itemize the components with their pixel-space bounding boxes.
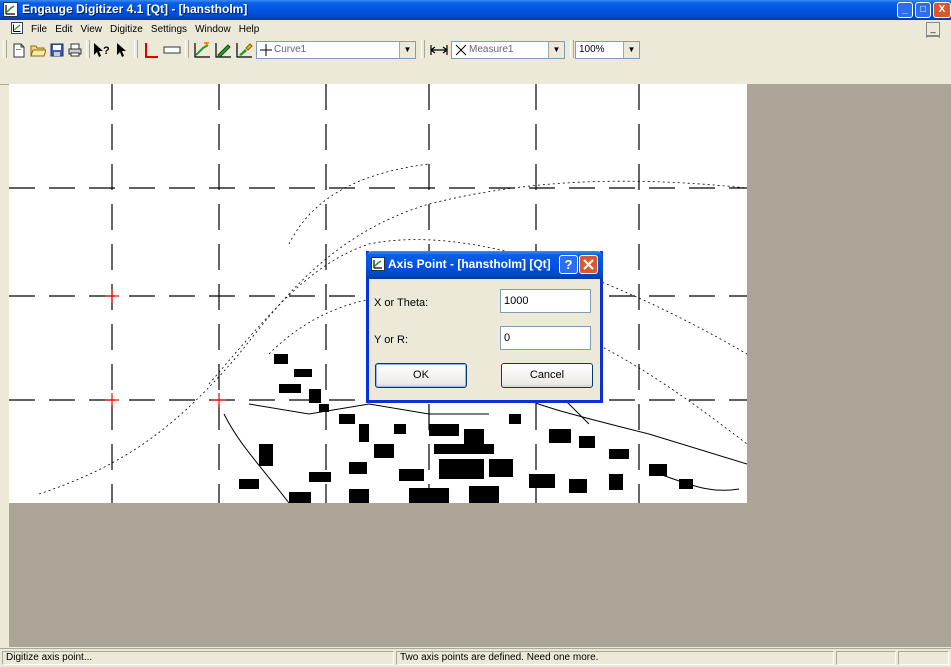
- menu-edit[interactable]: Edit: [55, 24, 72, 35]
- measure-combo[interactable]: Measure1 ▼: [451, 41, 565, 59]
- x-marker-icon: [455, 44, 467, 56]
- toolbar-grip[interactable]: [134, 40, 138, 58]
- x-theta-label: X or Theta:: [374, 297, 429, 309]
- toolbar-grip[interactable]: [86, 40, 90, 58]
- chevron-down-icon[interactable]: ▼: [548, 42, 564, 58]
- whats-this-icon[interactable]: ?: [92, 40, 112, 60]
- app-icon: [3, 2, 18, 17]
- toolbar-grip[interactable]: [570, 40, 574, 58]
- menu-digitize[interactable]: Digitize: [110, 24, 143, 35]
- app-icon: [371, 257, 385, 271]
- window-title-bar[interactable]: Engauge Digitizer 4.1 [Qt] - [hanstholm]…: [0, 0, 951, 20]
- menu-window[interactable]: Window: [195, 24, 231, 35]
- cross-marker-icon: [260, 44, 272, 56]
- curve-combo[interactable]: Curve1 ▼: [256, 41, 416, 59]
- menu-bar: File Edit View Digitize Settings Window …: [0, 20, 951, 50]
- print-icon[interactable]: [65, 40, 85, 60]
- point-match-icon[interactable]: [192, 40, 212, 60]
- status-bar: Digitize axis point... Two axis points a…: [0, 648, 951, 667]
- select-arrow-icon[interactable]: [112, 40, 132, 60]
- cancel-button[interactable]: Cancel: [501, 363, 593, 388]
- x-theta-input[interactable]: 1000: [500, 289, 591, 313]
- axis-point-dialog: Axis Point - [hanstholm] [Qt] ? X or The…: [366, 251, 603, 403]
- mdi-minimize-button[interactable]: _: [926, 22, 940, 36]
- toolbar-grip[interactable]: [185, 40, 189, 58]
- save-icon[interactable]: [47, 40, 67, 60]
- maximize-button[interactable]: □: [915, 2, 931, 18]
- toolbar-grip[interactable]: [421, 40, 425, 58]
- y-r-input[interactable]: 0: [500, 326, 591, 350]
- open-folder-icon[interactable]: [28, 40, 48, 60]
- zoom-combo[interactable]: 100% ▼: [575, 41, 640, 59]
- status-hint: Two axis points are defined. Need one mo…: [396, 651, 834, 665]
- zoom-combo-value: 100%: [579, 44, 605, 55]
- ok-button[interactable]: OK: [375, 363, 467, 388]
- status-pane-4: [898, 651, 949, 665]
- new-document-icon[interactable]: [9, 40, 29, 60]
- dialog-title-bar[interactable]: Axis Point - [hanstholm] [Qt] ?: [366, 251, 603, 279]
- curve-combo-value: Curve1: [274, 44, 307, 55]
- window-title: Engauge Digitizer 4.1 [Qt] - [hanstholm]: [22, 2, 248, 16]
- scale-bar-icon[interactable]: [162, 40, 182, 60]
- measure-combo-value: Measure1: [469, 44, 514, 55]
- toolbar-grip[interactable]: [3, 40, 7, 58]
- toolbar: ? Curve1 ▼ Measure1 ▼ 100% ▼: [0, 38, 951, 85]
- measure-icon[interactable]: [429, 40, 449, 60]
- close-icon: [583, 259, 594, 270]
- menu-settings[interactable]: Settings: [151, 24, 187, 35]
- curve-pencil-icon[interactable]: [213, 40, 233, 60]
- segment-fill-icon[interactable]: [234, 40, 254, 60]
- status-pane-3: [836, 651, 896, 665]
- menu-help[interactable]: Help: [239, 24, 260, 35]
- help-button[interactable]: ?: [559, 255, 578, 274]
- dialog-close-button[interactable]: [579, 255, 598, 274]
- document-icon[interactable]: [11, 22, 23, 34]
- close-button[interactable]: X: [933, 2, 951, 18]
- chevron-down-icon[interactable]: ▼: [623, 42, 639, 58]
- minimize-button[interactable]: _: [897, 2, 913, 18]
- chevron-down-icon[interactable]: ▼: [399, 42, 415, 58]
- y-r-label: Y or R:: [374, 334, 409, 346]
- dialog-title: Axis Point - [hanstholm] [Qt]: [388, 257, 551, 271]
- menu-view[interactable]: View: [80, 24, 102, 35]
- svg-text:?: ?: [103, 45, 110, 57]
- menu-file[interactable]: File: [31, 24, 47, 35]
- axis-point-icon[interactable]: [141, 40, 161, 60]
- status-message: Digitize axis point...: [2, 651, 394, 665]
